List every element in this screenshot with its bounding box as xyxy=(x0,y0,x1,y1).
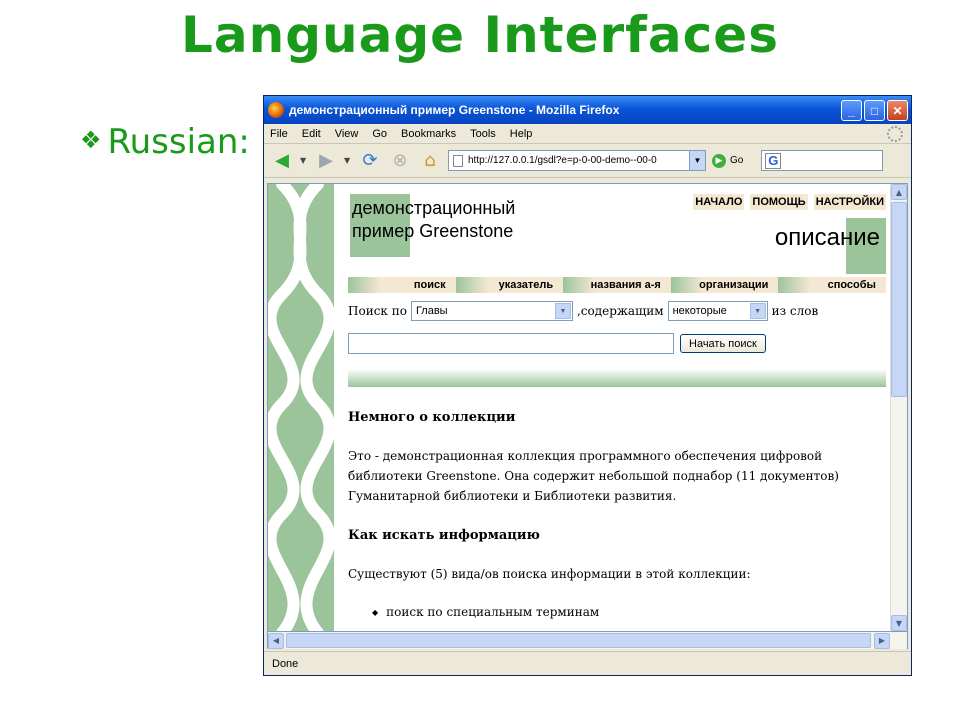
search-field-value: Главы xyxy=(415,305,448,317)
slide-bullet: ❖ Russian: xyxy=(80,122,250,162)
divider-bar xyxy=(348,369,886,387)
bullet-text: Russian: xyxy=(107,122,250,162)
about-heading: Немного о коллекции xyxy=(348,410,516,425)
address-dropdown-icon[interactable]: ▼ xyxy=(689,151,705,170)
nav-preferences-link[interactable]: НАСТРОЙКИ xyxy=(813,194,886,210)
go-label: Go xyxy=(730,155,744,166)
menu-bar: File Edit View Go Bookmarks Tools Help xyxy=(264,124,911,144)
menu-edit[interactable]: Edit xyxy=(302,128,321,140)
chevron-down-icon: ▼ xyxy=(554,303,571,319)
vertical-scrollbar[interactable]: ▲ ▼ xyxy=(890,184,907,631)
scroll-down-icon[interactable]: ▼ xyxy=(891,615,907,631)
menu-bookmarks[interactable]: Bookmarks xyxy=(401,128,456,140)
search-mode-value: некоторые xyxy=(672,305,727,317)
vertical-scroll-thumb[interactable] xyxy=(891,202,907,397)
search-options-row: Поиск по Главы ▼ ,содержащим некоторые ▼… xyxy=(348,301,818,321)
howto-list: поиск по специальным терминам xyxy=(372,602,883,623)
home-icon[interactable]: ⌂ xyxy=(418,150,442,172)
menu-view[interactable]: View xyxy=(335,128,359,140)
howto-text: Существуют (5) вида/ов поиска информации… xyxy=(348,567,751,581)
google-icon[interactable]: G xyxy=(765,152,782,169)
throbber-icon xyxy=(887,126,903,142)
search-mode-select[interactable]: некоторые ▼ xyxy=(667,301,768,321)
collection-header: демонстрационный пример Greenstone xyxy=(350,194,575,257)
scroll-right-icon[interactable]: ▶ xyxy=(874,632,890,649)
search-suffix-label: из слов xyxy=(771,304,819,318)
firefox-icon xyxy=(268,102,284,118)
list-item: поиск по специальным терминам xyxy=(372,602,883,623)
reload-icon[interactable]: ⟳ xyxy=(358,150,382,172)
scroll-left-icon[interactable]: ◀ xyxy=(268,632,284,649)
menu-file[interactable]: File xyxy=(270,128,288,140)
menu-go[interactable]: Go xyxy=(372,128,387,140)
minimize-button[interactable]: _ xyxy=(841,100,862,121)
slide-title: Language Interfaces xyxy=(181,6,779,64)
close-button[interactable]: ✕ xyxy=(887,100,908,121)
collection-title: демонстрационный пример Greenstone xyxy=(352,198,516,241)
horizontal-scroll-thumb[interactable] xyxy=(286,633,871,648)
search-middle-label: ,содержащим xyxy=(576,304,664,318)
status-text: Done xyxy=(272,657,299,670)
go-button[interactable]: ▶ Go xyxy=(712,153,744,168)
tab-howto[interactable]: способы xyxy=(778,277,886,293)
maximize-button[interactable]: □ xyxy=(864,100,885,121)
back-arrow-icon[interactable]: ◀ xyxy=(270,150,294,172)
diamond-bullet-icon: ❖ xyxy=(80,126,102,154)
collection-description: Немного о коллекции Это - демонстрационн… xyxy=(348,408,883,623)
page-content: демонстрационный пример Greenstone НАЧАЛ… xyxy=(348,184,886,631)
search-prefix-label: Поиск по xyxy=(348,304,407,318)
horizontal-scrollbar[interactable]: ◀ ▶ xyxy=(267,632,908,649)
top-navigation: НАЧАЛО ПОМОЩЬ НАСТРОЙКИ xyxy=(693,194,886,210)
window-title: демонстрационный пример Greenstone - Moz… xyxy=(289,103,620,117)
howto-heading: Как искать информацию xyxy=(348,528,540,543)
nav-home-link[interactable]: НАЧАЛО xyxy=(693,194,745,210)
menu-tools[interactable]: Tools xyxy=(470,128,496,140)
stop-icon[interactable]: ⊗ xyxy=(388,150,412,172)
address-url: http://127.0.0.1/gsdl?e=p-0-00-demo--00-… xyxy=(468,155,657,166)
braid-pattern xyxy=(268,184,336,631)
forward-arrow-icon[interactable]: ▶ xyxy=(314,150,338,172)
forward-history-dropdown[interactable]: ▼ xyxy=(344,156,352,165)
begin-search-button[interactable]: Начать поиск xyxy=(680,334,766,353)
about-text: Это - демонстрационная коллекция програм… xyxy=(348,449,839,503)
nav-help-link[interactable]: ПОМОЩЬ xyxy=(750,194,808,210)
tab-titles[interactable]: названия а-я xyxy=(563,277,671,293)
browse-tabs: поиск указатель названия а-я организации… xyxy=(348,277,886,293)
window-titlebar[interactable]: демонстрационный пример Greenstone - Moz… xyxy=(264,96,911,124)
web-search-box[interactable]: G xyxy=(761,150,884,171)
page-viewport: демонстрационный пример Greenstone НАЧАЛ… xyxy=(267,183,908,632)
scroll-up-icon[interactable]: ▲ xyxy=(891,184,907,200)
search-input[interactable] xyxy=(348,333,674,354)
tab-search[interactable]: поиск xyxy=(348,277,456,293)
menu-help[interactable]: Help xyxy=(510,128,533,140)
browser-window: демонстрационный пример Greenstone - Moz… xyxy=(263,95,912,676)
address-bar[interactable]: http://127.0.0.1/gsdl?e=p-0-00-demo--00-… xyxy=(448,150,706,171)
go-arrow-icon: ▶ xyxy=(712,153,726,168)
decorative-braid-sidebar xyxy=(268,184,336,631)
page-icon xyxy=(453,154,463,167)
search-field-select[interactable]: Главы ▼ xyxy=(410,301,573,321)
tab-organizations[interactable]: организации xyxy=(670,277,779,293)
status-bar: Done xyxy=(264,651,911,675)
chevron-down-icon: ▼ xyxy=(749,303,766,319)
tab-index[interactable]: указатель xyxy=(455,277,564,293)
back-history-dropdown[interactable]: ▼ xyxy=(300,156,308,165)
section-title: описание xyxy=(774,224,880,251)
navigation-toolbar: ◀ ▼ ▶ ▼ ⟳ ⊗ ⌂ http://127.0.0.1/gsdl?e=p-… xyxy=(264,144,911,178)
query-row: Начать поиск xyxy=(348,333,766,354)
